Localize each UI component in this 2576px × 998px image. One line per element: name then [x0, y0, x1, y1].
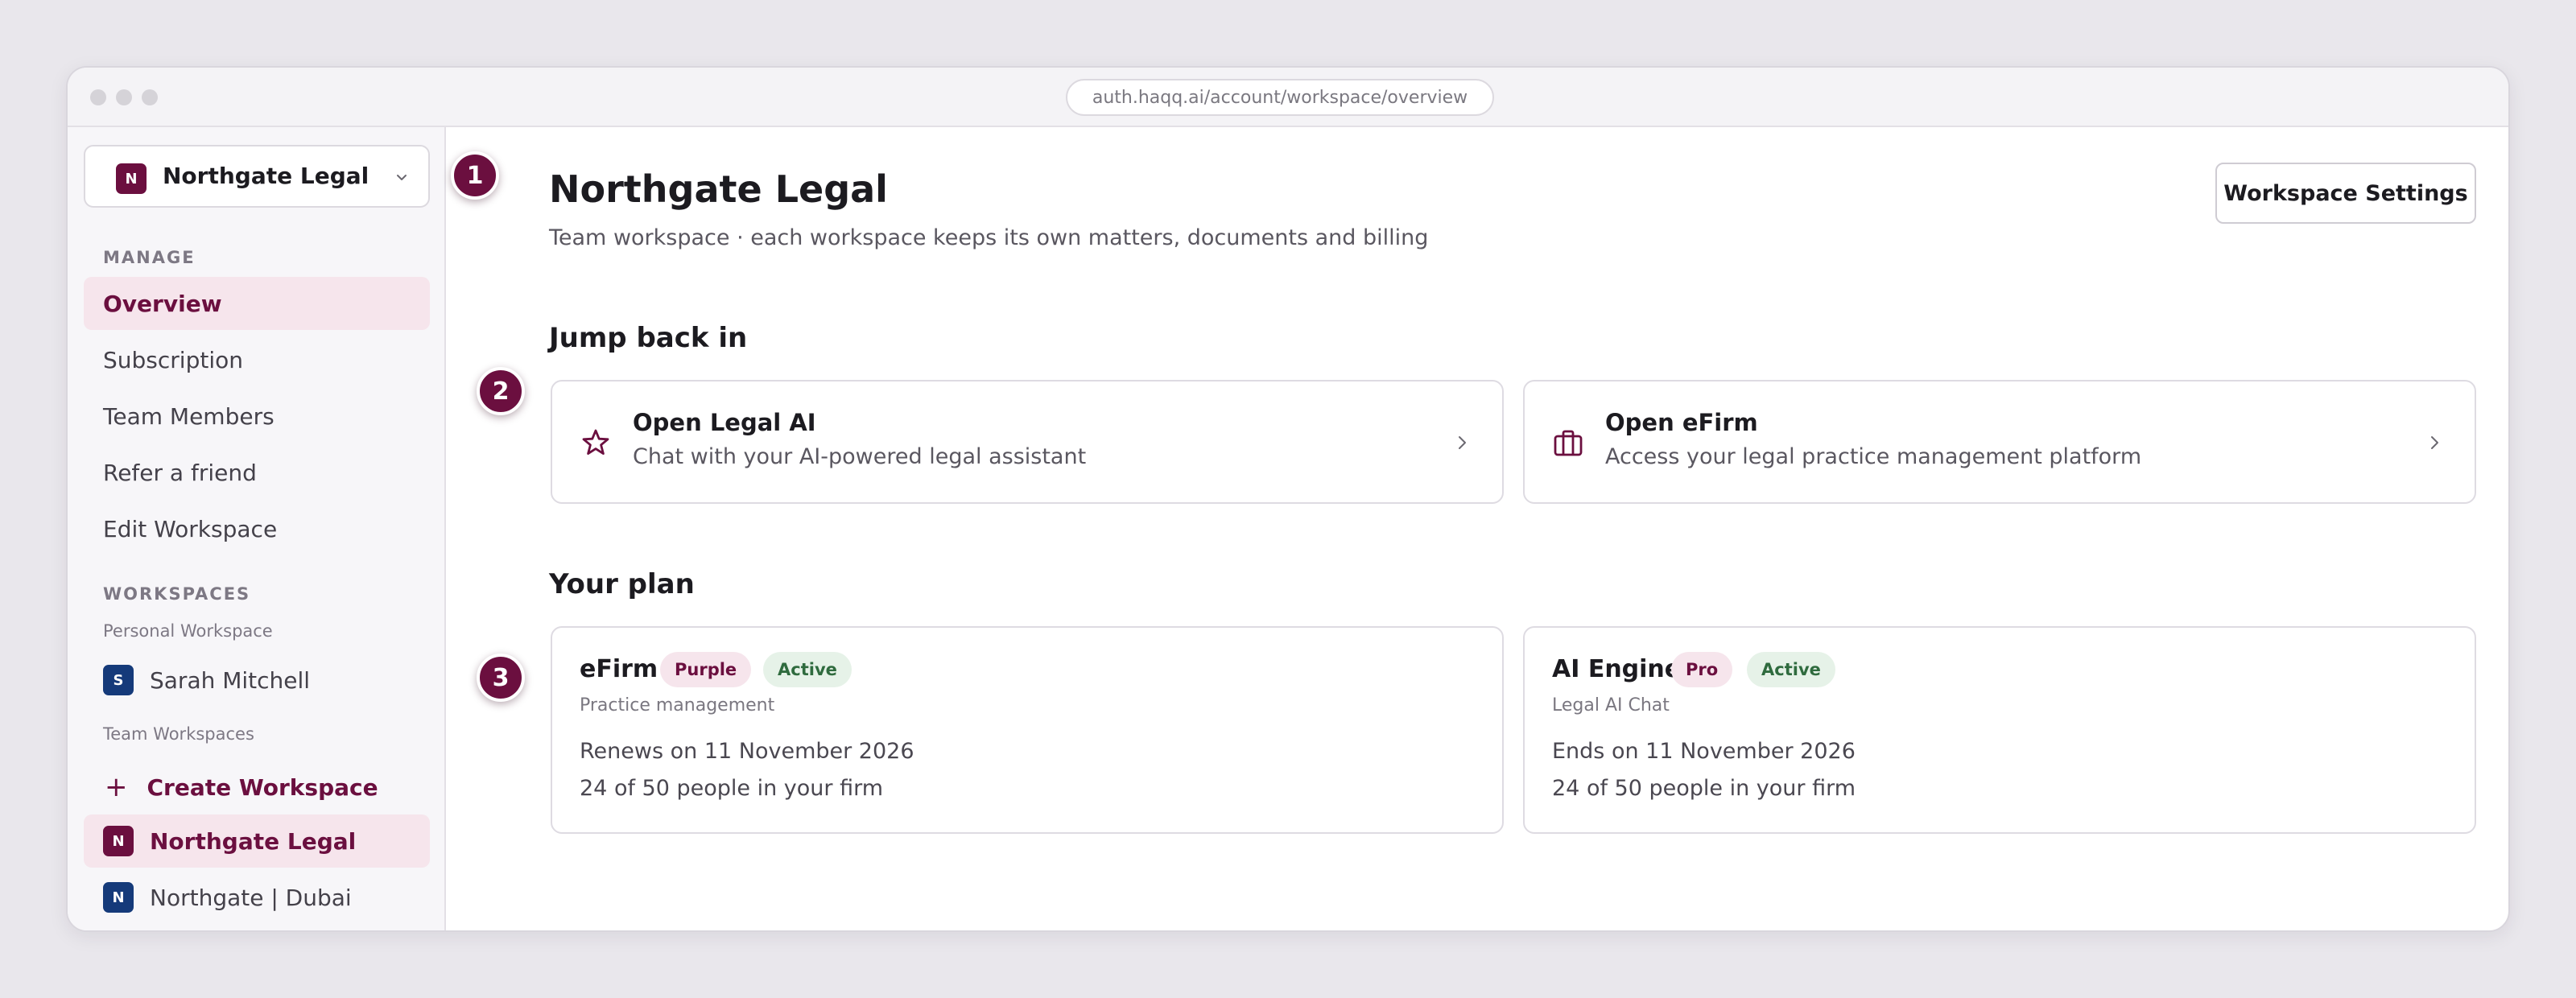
workspace-item-label: Northgate | Dubai — [150, 884, 352, 911]
step-marker-2: 2 — [477, 367, 525, 415]
briefcase-icon — [1554, 430, 1583, 456]
manage-heading: MANAGE — [103, 248, 196, 267]
page-title: Northgate Legal — [549, 167, 888, 211]
open-efirm-card[interactable]: Open eFirm Access your legal practice ma… — [1523, 380, 2476, 504]
plan-name: eFirm — [580, 655, 658, 683]
avatar: N — [103, 826, 134, 856]
window-maximize-dot[interactable] — [142, 89, 158, 105]
sidebar-item-team-members[interactable]: Team Members — [84, 390, 430, 443]
sidebar-item-refer-a-friend[interactable]: Refer a friend — [84, 446, 430, 499]
workspace-avatar: N — [116, 163, 147, 194]
title-bar: auth.haqq.ai/account/workspace/overview — [68, 68, 2508, 127]
step-marker-1: 1 — [451, 151, 499, 200]
workspace-switcher-name: Northgate Legal — [163, 163, 369, 189]
open-legal-ai-card[interactable]: Open Legal AI Chat with your AI-powered … — [551, 380, 1504, 504]
plan-category: Practice management — [580, 695, 775, 716]
workspace-settings-button[interactable]: Workspace Settings — [2215, 163, 2476, 224]
chevron-right-icon — [1459, 436, 1466, 449]
step-marker-3: 3 — [477, 654, 525, 702]
plan-seats-text: 24 of 50 people in your firm — [580, 776, 884, 801]
team-workspaces-heading: Team Workspaces — [103, 724, 254, 744]
chevron-down-icon — [397, 175, 407, 180]
plus-icon: + — [105, 771, 128, 803]
plan-seats-text: 24 of 50 people in your firm — [1552, 776, 1856, 801]
card-title: Open eFirm — [1605, 409, 1758, 436]
plan-card-ai-engine: AI Engine Pro Active Legal AI Chat Ends … — [1523, 626, 2476, 834]
workspace-item-personal[interactable]: S Sarah Mitchell — [84, 654, 430, 707]
plan-end-text: Ends on 11 November 2026 — [1552, 739, 1856, 764]
chevron-right-icon — [2431, 436, 2438, 449]
plan-card-efirm: eFirm Purple Active Practice management … — [551, 626, 1504, 834]
jump-back-in-heading: Jump back in — [549, 322, 748, 354]
card-description: Chat with your AI-powered legal assistan… — [633, 444, 1087, 469]
star-icon — [582, 429, 609, 455]
plan-name: AI Engine — [1552, 655, 1682, 683]
avatar: S — [103, 665, 134, 695]
create-workspace-button[interactable]: + Create Workspace — [103, 771, 378, 803]
window-close-dot[interactable] — [90, 89, 106, 105]
plan-category: Legal AI Chat — [1552, 695, 1670, 716]
sidebar-item-edit-workspace[interactable]: Edit Workspace — [84, 502, 430, 555]
status-badge: Active — [1747, 652, 1835, 687]
sidebar-item-subscription[interactable]: Subscription — [84, 333, 430, 386]
workspace-item-northgate-legal[interactable]: N Northgate Legal — [84, 814, 430, 868]
window-minimize-dot[interactable] — [116, 89, 132, 105]
card-title: Open Legal AI — [633, 409, 816, 436]
address-bar[interactable]: auth.haqq.ai/account/workspace/overview — [1066, 79, 1494, 116]
workspaces-heading: WORKSPACES — [103, 584, 251, 604]
sidebar-item-overview[interactable]: Overview — [84, 277, 430, 330]
plan-renewal-text: Renews on 11 November 2026 — [580, 739, 914, 764]
personal-workspace-heading: Personal Workspace — [103, 621, 273, 641]
plan-tier-badge: Pro — [1671, 652, 1733, 687]
plan-tier-badge: Purple — [660, 652, 752, 687]
browser-window: auth.haqq.ai/account/workspace/overview … — [66, 66, 2510, 932]
workspace-item-northgate-dubai[interactable]: N Northgate | Dubai — [84, 871, 430, 924]
workspace-item-label: Sarah Mitchell — [150, 666, 311, 694]
card-description: Access your legal practice management pl… — [1605, 444, 2142, 469]
avatar: N — [103, 882, 134, 913]
create-workspace-label: Create Workspace — [147, 773, 378, 801]
workspace-item-label: Northgate Legal — [150, 827, 357, 855]
sidebar: N Northgate Legal MANAGE Overview Subscr… — [68, 127, 446, 930]
workspace-switcher[interactable]: N Northgate Legal — [84, 145, 430, 208]
page-subtitle: Team workspace · each workspace keeps it… — [549, 225, 1429, 250]
your-plan-heading: Your plan — [549, 568, 695, 600]
status-badge: Active — [763, 652, 852, 687]
